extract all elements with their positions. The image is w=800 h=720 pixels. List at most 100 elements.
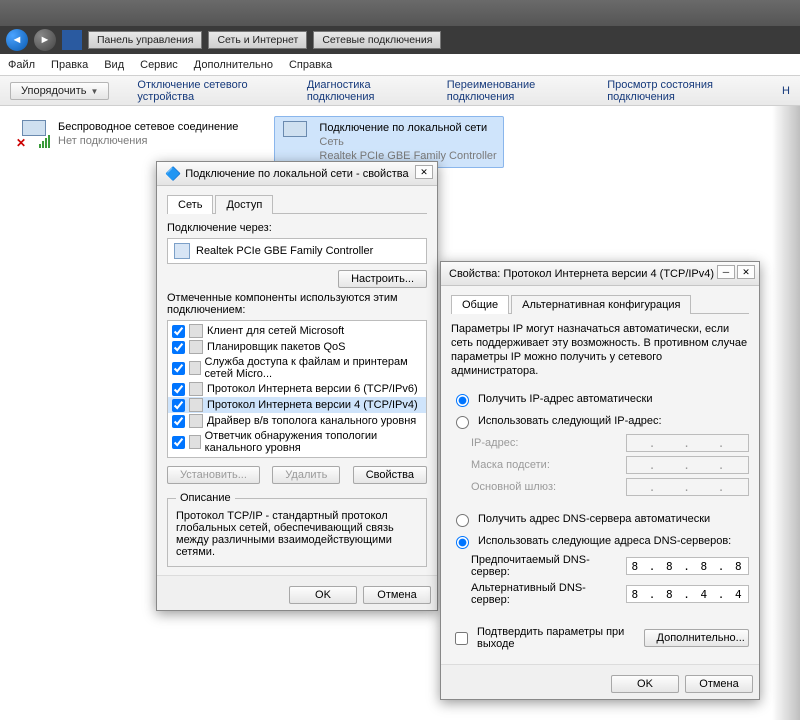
- menu-advanced[interactable]: Дополнительно: [194, 59, 273, 71]
- toolbar-more[interactable]: Н: [782, 85, 790, 97]
- dns-auto-label: Получить адрес DNS-сервера автоматически: [478, 513, 710, 525]
- wifi-status: Нет подключения: [58, 134, 238, 148]
- ip-address-label: IP-адрес:: [471, 437, 618, 449]
- organize-button[interactable]: Упорядочить▼: [10, 82, 109, 100]
- component-icon: [189, 414, 203, 428]
- wifi-icon: ✕: [18, 120, 50, 148]
- lan-title: Подключение по локальной сети: [319, 121, 496, 135]
- breadcrumb-1[interactable]: Панель управления: [88, 31, 202, 49]
- list-item[interactable]: Планировщик пакетов QoS: [168, 339, 426, 355]
- dialog2-min-button[interactable]: ─: [717, 265, 735, 279]
- dialog-connection-properties: 🔷 Подключение по локальной сети - свойст…: [156, 161, 438, 611]
- adapter-box: Realtek PCIe GBE Family Controller: [167, 238, 427, 264]
- chevron-down-icon: ▼: [90, 87, 98, 96]
- component-icon: [189, 361, 201, 375]
- uninstall-button[interactable]: Удалить: [272, 466, 340, 484]
- menubar: Файл Правка Вид Сервис Дополнительно Спр…: [0, 54, 800, 76]
- component-checkbox[interactable]: [172, 399, 185, 412]
- wifi-title: Беспроводное сетевое соединение: [58, 120, 238, 134]
- breadcrumb-3[interactable]: Сетевые подключения: [313, 31, 441, 49]
- location-icon: [62, 30, 82, 50]
- dialog2-ok-button[interactable]: OK: [611, 675, 679, 693]
- radio-dns-auto[interactable]: [456, 514, 469, 527]
- radio-ip-manual[interactable]: [456, 416, 469, 429]
- list-item[interactable]: Ответчик обнаружения топологии канальног…: [168, 429, 426, 455]
- adapter-name: Realtek PCIe GBE Family Controller: [196, 245, 373, 257]
- component-checkbox[interactable]: [172, 436, 185, 449]
- description-group: Описание Протокол TCP/IP - стандартный п…: [167, 492, 427, 567]
- gateway-field: . . .: [626, 478, 749, 496]
- toolbar-diagnose[interactable]: Диагностика подключения: [307, 79, 419, 103]
- toolbar-status[interactable]: Просмотр состояния подключения: [607, 79, 754, 103]
- gateway-label: Основной шлюз:: [471, 481, 618, 493]
- radio-ip-auto[interactable]: [456, 394, 469, 407]
- lan-icon: [279, 121, 311, 149]
- dialog1-cancel-button[interactable]: Отмена: [363, 586, 431, 604]
- description-legend: Описание: [176, 492, 235, 504]
- list-item[interactable]: Драйвер в/в тополога канального уровня: [168, 413, 426, 429]
- tab-network[interactable]: Сеть: [167, 195, 213, 214]
- component-icon: [189, 382, 203, 396]
- confirm-on-exit-row[interactable]: Подтвердить параметры при выходе: [451, 620, 644, 656]
- component-checkbox[interactable]: [172, 325, 185, 338]
- list-item[interactable]: Клиент для сетей Microsoft: [168, 323, 426, 339]
- dialog-ipv4-properties: Свойства: Протокол Интернета версии 4 (T…: [440, 261, 760, 700]
- properties-button[interactable]: Свойства: [353, 466, 427, 484]
- dns1-field[interactable]: 8 . 8 . 8 . 8: [626, 557, 749, 575]
- error-x-icon: ✕: [16, 136, 26, 150]
- subnet-label: Маска подсети:: [471, 459, 618, 471]
- description-text: Протокол TCP/IP - стандартный протокол г…: [176, 510, 418, 558]
- dialog2-cancel-button[interactable]: Отмена: [685, 675, 753, 693]
- dialog2-title: Свойства: Протокол Интернета версии 4 (T…: [449, 268, 714, 280]
- confirm-exit-checkbox[interactable]: [455, 632, 468, 645]
- window-titlebar: [0, 0, 800, 26]
- component-checkbox[interactable]: [172, 415, 185, 428]
- content-area: ✕ Беспроводное сетевое соединение Нет по…: [0, 106, 800, 720]
- nav-forward-button[interactable]: ►: [34, 29, 56, 51]
- shield-icon: 🔷: [165, 166, 181, 182]
- adapter-icon: [174, 243, 190, 259]
- component-icon: [189, 340, 203, 354]
- components-list[interactable]: Клиент для сетей Microsoft Планировщик п…: [167, 320, 427, 458]
- components-label: Отмеченные компоненты используются этим …: [167, 292, 427, 316]
- component-checkbox[interactable]: [172, 341, 185, 354]
- nav-back-button[interactable]: ◄: [6, 29, 28, 51]
- tab-general[interactable]: Общие: [451, 295, 509, 314]
- dns-manual-label: Использовать следующие адреса DNS-сервер…: [478, 535, 731, 547]
- radio-dns-manual[interactable]: [456, 536, 469, 549]
- dialog1-title: Подключение по локальной сети - свойства: [185, 168, 408, 180]
- menu-tools[interactable]: Сервис: [140, 59, 178, 71]
- dialog2-close-button[interactable]: ✕: [737, 265, 755, 279]
- toolbar-disable[interactable]: Отключение сетевого устройства: [137, 79, 278, 103]
- tab-access[interactable]: Доступ: [215, 195, 273, 214]
- ip-manual-label: Использовать следующий IP-адрес:: [478, 415, 662, 427]
- nav-band: ◄ ► Панель управления Сеть и Интернет Се…: [0, 26, 800, 54]
- component-checkbox[interactable]: [172, 362, 185, 375]
- menu-file[interactable]: Файл: [8, 59, 35, 71]
- dns2-label: Альтернативный DNS-сервер:: [471, 582, 618, 606]
- toolbar-rename[interactable]: Переименование подключения: [447, 79, 579, 103]
- menu-help[interactable]: Справка: [289, 59, 332, 71]
- component-icon: [189, 398, 203, 412]
- menu-edit[interactable]: Правка: [51, 59, 88, 71]
- dialog1-ok-button[interactable]: OK: [289, 586, 357, 604]
- install-button[interactable]: Установить...: [167, 466, 260, 484]
- subnet-field: . . .: [626, 456, 749, 474]
- list-item[interactable]: Протокол Интернета версии 6 (TCP/IPv6): [168, 381, 426, 397]
- configure-button[interactable]: Настроить...: [338, 270, 427, 288]
- dialog1-close-button[interactable]: ✕: [415, 165, 433, 179]
- dns2-field[interactable]: 8 . 8 . 4 . 4: [626, 585, 749, 603]
- component-icon: [189, 324, 203, 338]
- toolbar: Упорядочить▼ Отключение сетевого устройс…: [0, 76, 800, 106]
- list-item-selected[interactable]: Протокол Интернета версии 4 (TCP/IPv4): [168, 397, 426, 413]
- advanced-button[interactable]: Дополнительно...: [644, 629, 750, 647]
- menu-view[interactable]: Вид: [104, 59, 124, 71]
- component-icon: [189, 435, 201, 449]
- tab-alt-config[interactable]: Альтернативная конфигурация: [511, 295, 691, 314]
- ip-auto-label: Получить IP-адрес автоматически: [478, 393, 652, 405]
- right-shadow: [772, 106, 800, 720]
- list-item[interactable]: Служба доступа к файлам и принтерам сете…: [168, 355, 426, 381]
- dns1-label: Предпочитаемый DNS-сервер:: [471, 554, 618, 578]
- breadcrumb-2[interactable]: Сеть и Интернет: [208, 31, 307, 49]
- component-checkbox[interactable]: [172, 383, 185, 396]
